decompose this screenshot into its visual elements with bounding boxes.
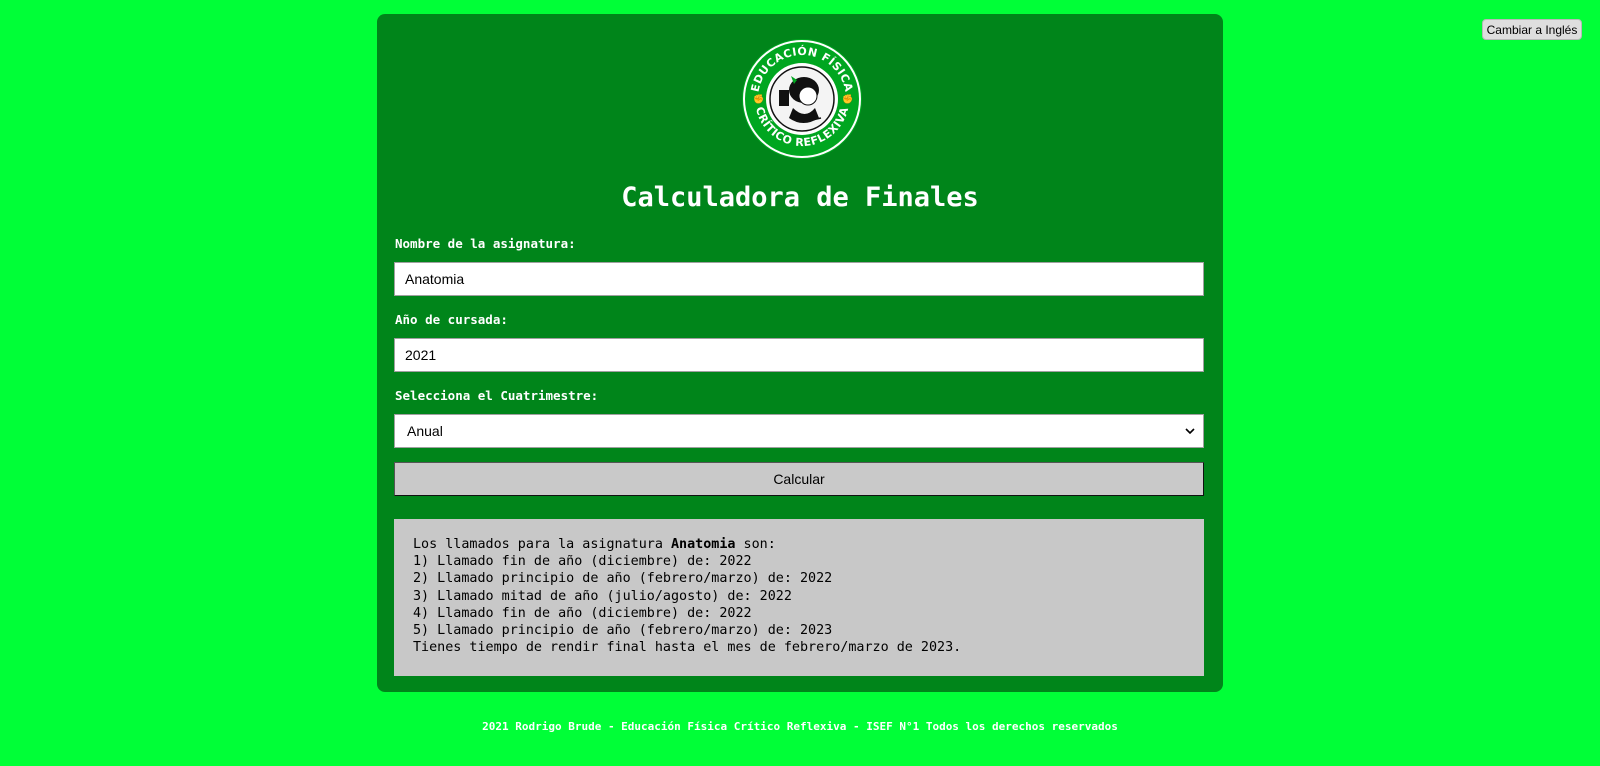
result-line: 3) Llamado mitad de año (julio/agosto) d…	[413, 588, 792, 604]
result-intro: Los llamados para la asignatura Anatomia…	[413, 537, 776, 552]
subject-input[interactable]: Anatomia	[394, 262, 1204, 296]
calculate-button[interactable]: Calcular	[394, 462, 1204, 496]
result-line: 5) Llamado principio de año (febrero/mar…	[413, 623, 833, 639]
footer-text: 2021 Rodrigo Brude - Educación Física Cr…	[482, 720, 1118, 733]
result-line: 2) Llamado principio de año (febrero/mar…	[413, 571, 833, 587]
page-title: Calculadora de Finales	[621, 182, 979, 213]
result-subject: Anatomia	[670, 537, 736, 552]
result-line: 4) Llamado fin de año (diciembre) de: 20…	[413, 605, 752, 621]
term-select-value: Anual	[407, 423, 443, 439]
change-language-button[interactable]: Cambiar a Inglés	[1482, 19, 1582, 40]
term-label: Selecciona el Cuatrimestre:	[395, 388, 599, 403]
result-line: 1) Llamado fin de año (diciembre) de: 20…	[413, 554, 752, 570]
calculator-card: EDUCACIÓN FÍSICA CRÍTICO REFLEXIVA ✊ ✊ C…	[377, 14, 1223, 692]
subject-label: Nombre de la asignatura:	[395, 236, 576, 251]
svg-text:✊: ✊	[842, 94, 853, 105]
result-panel: Los llamados para la asignatura Anatomia…	[394, 519, 1204, 676]
year-input[interactable]: 2021	[394, 338, 1204, 372]
subject-input-value: Anatomia	[405, 271, 465, 287]
term-select[interactable]: Anual	[394, 414, 1204, 448]
svg-text:✊: ✊	[753, 94, 764, 105]
chevron-down-icon	[1185, 428, 1195, 435]
result-conclusion: Tienes tiempo de rendir final hasta el m…	[413, 640, 962, 656]
course-logo: EDUCACIÓN FÍSICA CRÍTICO REFLEXIVA ✊ ✊	[742, 39, 862, 159]
year-label: Año de cursada:	[395, 312, 508, 327]
year-input-value: 2021	[405, 347, 437, 363]
